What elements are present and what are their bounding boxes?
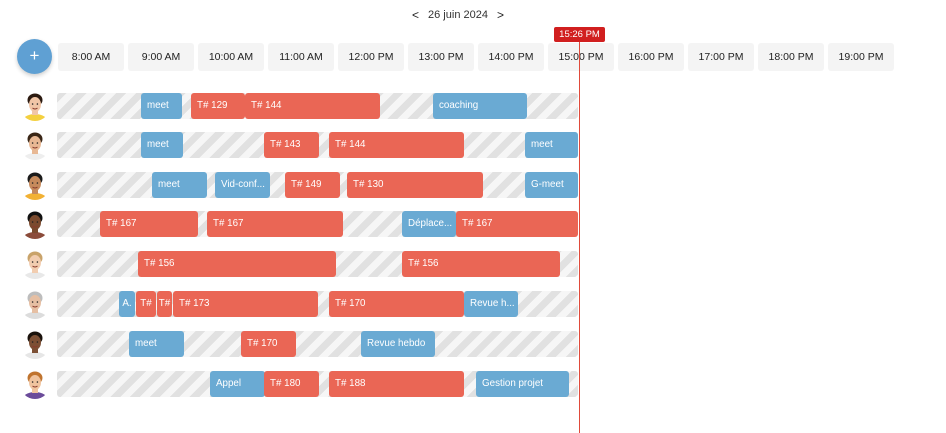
- current-date: 26 juin 2024: [428, 9, 488, 21]
- person-6-avatar[interactable]: [20, 289, 50, 319]
- person-5-avatar[interactable]: [20, 249, 50, 279]
- meeting-event[interactable]: meet: [141, 93, 182, 119]
- meeting-event[interactable]: meet: [129, 331, 184, 357]
- add-event-button[interactable]: +: [17, 39, 52, 74]
- hour-slot: 11:00 AM: [268, 43, 334, 71]
- ticket-event[interactable]: T# 130: [347, 172, 483, 198]
- meeting-event[interactable]: Vid-conf...: [215, 172, 270, 198]
- ticket-event[interactable]: T# 167: [100, 211, 198, 237]
- ticket-event[interactable]: T# 173: [173, 291, 318, 317]
- meeting-event[interactable]: meet: [152, 172, 207, 198]
- meeting-event[interactable]: Déplace...: [402, 211, 456, 237]
- meeting-event[interactable]: A.: [119, 291, 135, 317]
- person-8-avatar[interactable]: [20, 369, 50, 399]
- hour-slot: 15:00 PM: [548, 43, 614, 71]
- ticket-event[interactable]: T# 144: [245, 93, 380, 119]
- person-1-avatar[interactable]: [20, 91, 50, 121]
- ticket-event[interactable]: T# 188: [329, 371, 464, 397]
- person-7-avatar[interactable]: [20, 329, 50, 359]
- hour-slot: 18:00 PM: [758, 43, 824, 71]
- ticket-event[interactable]: T# 167: [456, 211, 578, 237]
- meeting-event[interactable]: Appel: [210, 371, 265, 397]
- hour-slot: 17:00 PM: [688, 43, 754, 71]
- meeting-event[interactable]: meet: [141, 132, 183, 158]
- ticket-event[interactable]: T# 156: [138, 251, 336, 277]
- ticket-event[interactable]: T# 156: [402, 251, 560, 277]
- hour-slot: 10:00 AM: [198, 43, 264, 71]
- hour-slot: 8:00 AM: [58, 43, 124, 71]
- prev-day-button[interactable]: <: [406, 8, 425, 22]
- next-day-button[interactable]: >: [491, 8, 510, 22]
- person-4-avatar[interactable]: [20, 209, 50, 239]
- ticket-event[interactable]: T# 170: [329, 291, 464, 317]
- meeting-event[interactable]: Revue h...: [464, 291, 518, 317]
- ticket-event[interactable]: T# 167: [207, 211, 343, 237]
- hour-slot: 16:00 PM: [618, 43, 684, 71]
- ticket-event[interactable]: T# 143: [264, 132, 319, 158]
- person-2-avatar[interactable]: [20, 130, 50, 160]
- ticket-event[interactable]: T#: [157, 291, 172, 317]
- date-navigator: < 26 juin 2024 >: [0, 8, 916, 22]
- ticket-event[interactable]: T# 180: [264, 371, 319, 397]
- ticket-event[interactable]: T# 144: [329, 132, 464, 158]
- hour-slot: 13:00 PM: [408, 43, 474, 71]
- current-time-badge: 15:26 PM: [554, 27, 605, 42]
- current-time-line: [579, 42, 580, 433]
- hour-slot: 9:00 AM: [128, 43, 194, 71]
- meeting-event[interactable]: Gestion projet: [476, 371, 569, 397]
- meeting-event[interactable]: meet: [525, 132, 578, 158]
- hour-slot: 14:00 PM: [478, 43, 544, 71]
- ticket-event[interactable]: T#: [136, 291, 156, 317]
- hour-slot: 12:00 PM: [338, 43, 404, 71]
- hour-slot: 19:00 PM: [828, 43, 894, 71]
- ticket-event[interactable]: T# 170: [241, 331, 296, 357]
- ticket-event[interactable]: T# 129: [191, 93, 245, 119]
- meeting-event[interactable]: coaching: [433, 93, 527, 119]
- person-3-avatar[interactable]: [20, 170, 50, 200]
- meeting-event[interactable]: Revue hebdo: [361, 331, 435, 357]
- ticket-event[interactable]: T# 149: [285, 172, 340, 198]
- meeting-event[interactable]: G-meet: [525, 172, 578, 198]
